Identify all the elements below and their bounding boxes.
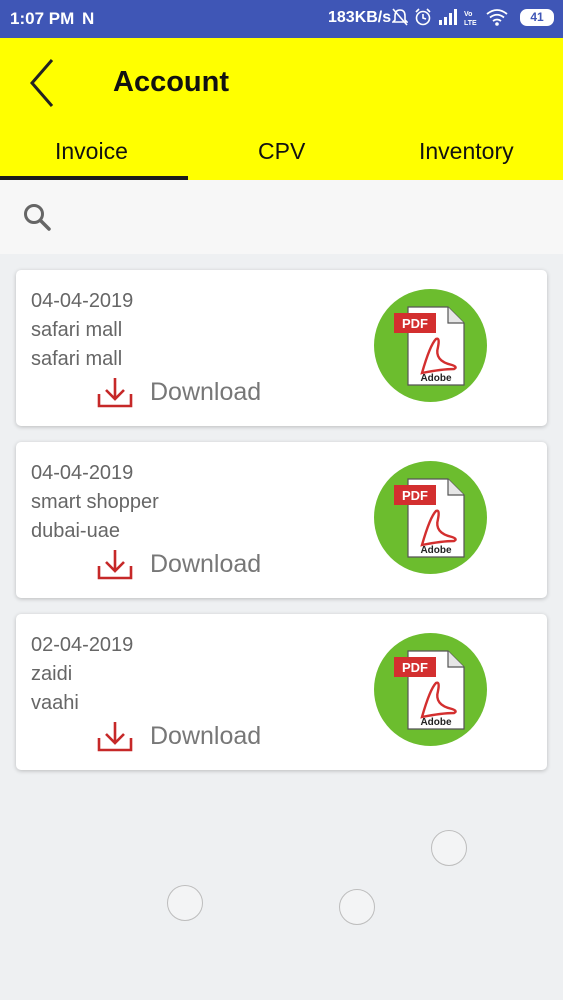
network-speed: 183KB/s — [328, 9, 392, 26]
status-bar: 1:07 PM N 183KB/s Vo LTE 41 — [0, 0, 563, 38]
back-button[interactable] — [22, 56, 66, 110]
svg-text:LTE: LTE — [464, 20, 477, 26]
alarm-icon — [415, 8, 431, 26]
invoice-date: 02-04-2019 — [31, 634, 134, 656]
tab-cpv[interactable]: CPV — [258, 138, 305, 165]
invoice-store: smart shopper — [31, 491, 159, 513]
battery-level: 41 — [530, 10, 544, 24]
invoice-card[interactable]: 04-04-2019 safari mall safari mall Downl… — [16, 270, 547, 426]
tab-invoice[interactable]: Invoice — [55, 138, 128, 165]
invoice-store: safari mall — [31, 319, 123, 341]
signal-icon — [439, 9, 457, 25]
status-time: 1:07 PM — [10, 9, 75, 28]
invoice-location: safari mall — [31, 348, 123, 370]
invoice-store: zaidi — [31, 663, 73, 685]
pdf-file-icon: PDF Adobe — [394, 306, 465, 386]
pdf-file-icon: PDF Adobe — [394, 478, 465, 558]
touch-indicator — [167, 885, 203, 921]
touch-indicator — [431, 830, 467, 866]
pdf-label: PDF — [402, 488, 428, 503]
status-icons: Vo LTE — [392, 8, 508, 26]
download-button[interactable]: Download — [150, 378, 261, 407]
back-arrow-icon — [30, 59, 54, 107]
invoice-card[interactable]: 04-04-2019 smart shopper dubai-uae Downl… — [16, 442, 547, 598]
touch-indicator — [339, 889, 375, 925]
pdf-badge[interactable]: PDF Adobe — [374, 289, 487, 402]
search-icon[interactable] — [22, 202, 52, 232]
download-icon[interactable] — [97, 548, 133, 580]
wifi-icon — [486, 9, 508, 26]
invoice-location: dubai-uae — [31, 520, 120, 542]
svg-text:Vo: Vo — [464, 11, 472, 18]
app-bar: Account Invoice CPV Inventory — [0, 38, 563, 180]
notification-icon: N — [82, 9, 95, 28]
pdf-badge[interactable]: PDF Adobe — [374, 461, 487, 574]
tab-bar: Invoice CPV Inventory — [0, 134, 563, 180]
volte-icon: Vo LTE — [464, 11, 477, 26]
battery-icon: 41 — [520, 9, 554, 26]
tab-inventory[interactable]: Inventory — [419, 138, 514, 165]
adobe-label: Adobe — [420, 373, 452, 384]
page-title: Account — [113, 66, 229, 98]
pdf-label: PDF — [402, 316, 428, 331]
pdf-label: PDF — [402, 660, 428, 675]
adobe-label: Adobe — [420, 545, 452, 556]
search-bar[interactable] — [0, 180, 563, 254]
download-button[interactable]: Download — [150, 550, 261, 579]
invoice-card[interactable]: 02-04-2019 zaidi vaahi Download PDF Adob… — [16, 614, 547, 770]
invoice-date: 04-04-2019 — [31, 462, 134, 484]
invoice-location: vaahi — [31, 692, 79, 714]
download-button[interactable]: Download — [150, 722, 261, 751]
invoice-date: 04-04-2019 — [31, 290, 134, 312]
pdf-badge[interactable]: PDF Adobe — [374, 633, 487, 746]
download-icon[interactable] — [97, 720, 133, 752]
download-icon[interactable] — [97, 376, 133, 408]
pdf-file-icon: PDF Adobe — [394, 650, 465, 730]
adobe-label: Adobe — [420, 717, 452, 728]
mute-icon — [392, 8, 408, 26]
